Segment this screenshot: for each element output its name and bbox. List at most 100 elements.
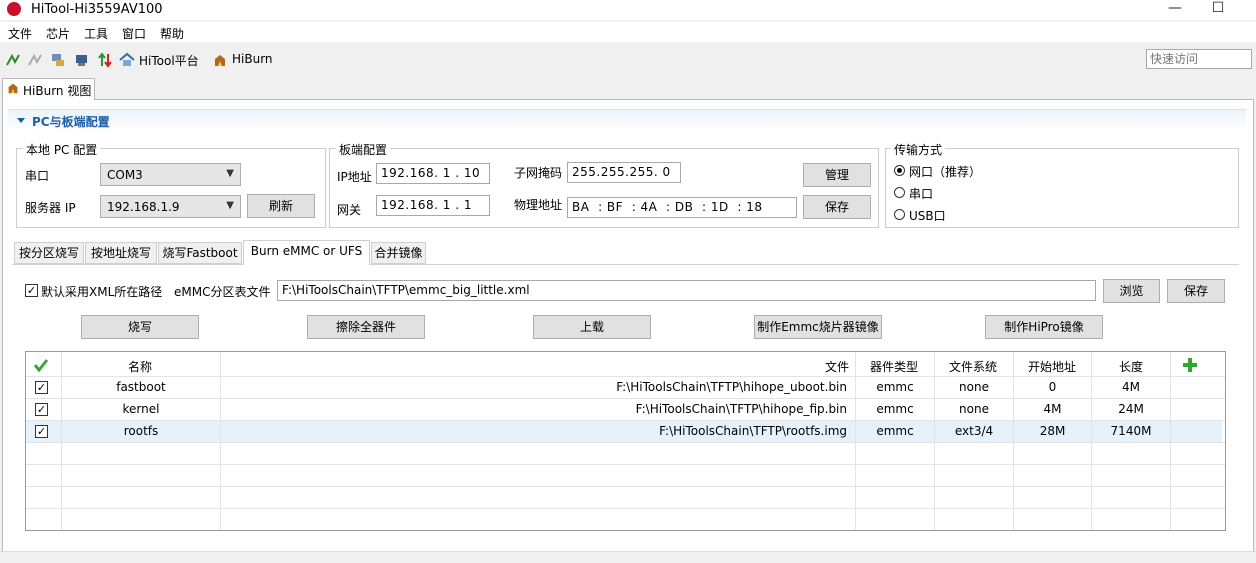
col-divider <box>855 352 856 530</box>
row-divider <box>26 442 1225 443</box>
maximize-button[interactable]: ☐ <box>1200 0 1236 20</box>
row-length: 4M <box>1122 380 1140 394</box>
mac-label: 物理地址 <box>514 198 563 212</box>
upload-button[interactable]: 上载 <box>533 315 651 339</box>
row-file: F:\HiToolsChain\TFTP\hihope_fip.bin <box>635 402 847 416</box>
default-xml-checkbox[interactable]: ✓ <box>25 284 38 297</box>
emmc-save-button[interactable]: 保存 <box>1167 279 1225 303</box>
hiburn-icon[interactable] <box>212 52 228 68</box>
refresh-button[interactable]: 刷新 <box>247 194 315 218</box>
header-start-address: 开始地址 <box>1028 360 1077 374</box>
row-checkbox[interactable]: ✓ <box>35 381 48 394</box>
row-fs: none <box>959 402 989 416</box>
row-start: 0 <box>1048 380 1057 394</box>
row-start: 4M <box>1043 402 1062 416</box>
hiburn-button[interactable]: HiBurn <box>232 52 273 66</box>
row-fs: ext3/4 <box>954 424 994 438</box>
section-title: PC与板端配置 <box>32 115 110 129</box>
manage-button[interactable]: 管理 <box>803 163 871 187</box>
row-name: fastboot <box>116 380 166 394</box>
tab-fastboot-burn[interactable]: 烧写Fastboot <box>158 242 242 264</box>
disconnect-icon[interactable] <box>27 52 43 68</box>
menu-file[interactable]: 文件 <box>8 25 32 42</box>
gateway-field[interactable]: 192.168. 1 . 1 <box>376 195 490 216</box>
server-ip-label: 服务器 IP <box>25 201 76 215</box>
row-file: F:\HiToolsChain\TFTP\rootfs.img <box>659 424 847 438</box>
make-hipro-image-button[interactable]: 制作HiPro镜像 <box>985 315 1103 339</box>
server-ip-value: 192.168.1.9 <box>107 200 180 214</box>
col-divider <box>1170 352 1171 530</box>
radio-serial[interactable] <box>894 187 905 198</box>
minimize-button[interactable]: — <box>1157 0 1193 20</box>
row-divider <box>26 486 1225 487</box>
menu-bar <box>0 22 1256 42</box>
row-length: 24M <box>1118 402 1144 416</box>
quick-access-input[interactable] <box>1146 49 1252 69</box>
burn-button[interactable]: 烧写 <box>81 315 199 339</box>
home-icon[interactable] <box>119 52 135 68</box>
mac-field[interactable]: BA : BF : 4A : DB : 1D : 18 <box>567 197 797 218</box>
browse-button[interactable]: 浏览 <box>1103 279 1160 303</box>
table-file-field[interactable]: F:\HiToolsChain\TFTP\emmc_big_little.xml <box>277 280 1096 301</box>
row-fs: none <box>959 380 989 394</box>
radio-usb-label: USB口 <box>909 209 946 223</box>
row-name: kernel <box>122 402 160 416</box>
row-divider <box>26 398 1225 399</box>
col-divider <box>220 352 221 530</box>
menu-chip[interactable]: 芯片 <box>46 25 70 42</box>
select-all-check-icon[interactable] <box>33 357 49 373</box>
header-length: 长度 <box>1119 360 1144 374</box>
server-ip-select[interactable]: 192.168.1.9 ▼ <box>100 195 241 218</box>
row-checkbox[interactable]: ✓ <box>35 403 48 416</box>
tab-partition-burn[interactable]: 按分区烧写 <box>14 242 84 264</box>
horizontal-scrollbar[interactable] <box>0 551 1256 563</box>
window-title: HiTool-Hi3559AV100 <box>31 2 163 17</box>
menu-help[interactable]: 帮助 <box>160 25 184 42</box>
chevron-down-icon: ▼ <box>226 168 234 179</box>
connect-icon[interactable] <box>5 52 21 68</box>
local-pc-group-title: 本地 PC 配置 <box>23 141 101 158</box>
erase-all-button[interactable]: 擦除全器件 <box>307 315 425 339</box>
default-xml-label: 默认采用XML所在路径 <box>41 285 163 299</box>
transfer-arrows-icon[interactable] <box>97 52 113 68</box>
col-divider <box>1013 352 1014 530</box>
gateway-label: 网关 <box>337 203 362 217</box>
col-divider <box>934 352 935 530</box>
header-name: 名称 <box>128 360 153 374</box>
make-emmc-image-button[interactable]: 制作Emmc烧片器镜像 <box>754 315 882 339</box>
collapse-arrow-icon[interactable] <box>17 118 25 123</box>
row-device: emmc <box>876 402 914 416</box>
header-device-type: 器件类型 <box>870 360 919 374</box>
port-select[interactable]: COM3 ▼ <box>100 163 241 186</box>
section-header[interactable] <box>8 109 1246 132</box>
hitool-platform-button[interactable]: HiTool平台 <box>139 52 199 69</box>
row-checkbox[interactable]: ✓ <box>35 425 48 438</box>
menu-window[interactable]: 窗口 <box>122 25 146 42</box>
row-divider <box>26 464 1225 465</box>
radio-network[interactable] <box>894 165 905 176</box>
row-start: 28M <box>1039 424 1066 438</box>
header-filesystem: 文件系统 <box>949 360 998 374</box>
title-bar <box>0 0 1256 20</box>
ip-field[interactable]: 192.168. 1 . 10 <box>376 163 490 184</box>
menu-tools[interactable]: 工具 <box>84 25 108 42</box>
mask-field[interactable]: 255.255.255. 0 <box>567 162 681 183</box>
port-value: COM3 <box>107 168 143 182</box>
row-name: rootfs <box>123 424 159 438</box>
radio-serial-label: 串口 <box>909 187 934 201</box>
view-tab-label: HiBurn 视图 <box>23 84 92 98</box>
terminal-icon[interactable] <box>74 52 90 68</box>
board-save-button[interactable]: 保存 <box>803 195 871 219</box>
add-row-plus-icon[interactable] <box>1182 357 1198 373</box>
hiburn-view-icon <box>8 83 18 94</box>
tab-strip-divider <box>12 264 1239 265</box>
tab-address-burn[interactable]: 按地址烧写 <box>85 242 157 264</box>
mask-label: 子网掩码 <box>514 166 563 180</box>
row-device: emmc <box>876 380 914 394</box>
settings-icon[interactable] <box>50 52 66 68</box>
header-file: 文件 <box>825 360 850 374</box>
tab-burn-emmc[interactable]: Burn eMMC or UFS <box>243 240 370 265</box>
tab-merge-image[interactable]: 合并镜像 <box>371 242 426 264</box>
radio-usb[interactable] <box>894 209 905 220</box>
row-divider <box>26 376 1225 377</box>
